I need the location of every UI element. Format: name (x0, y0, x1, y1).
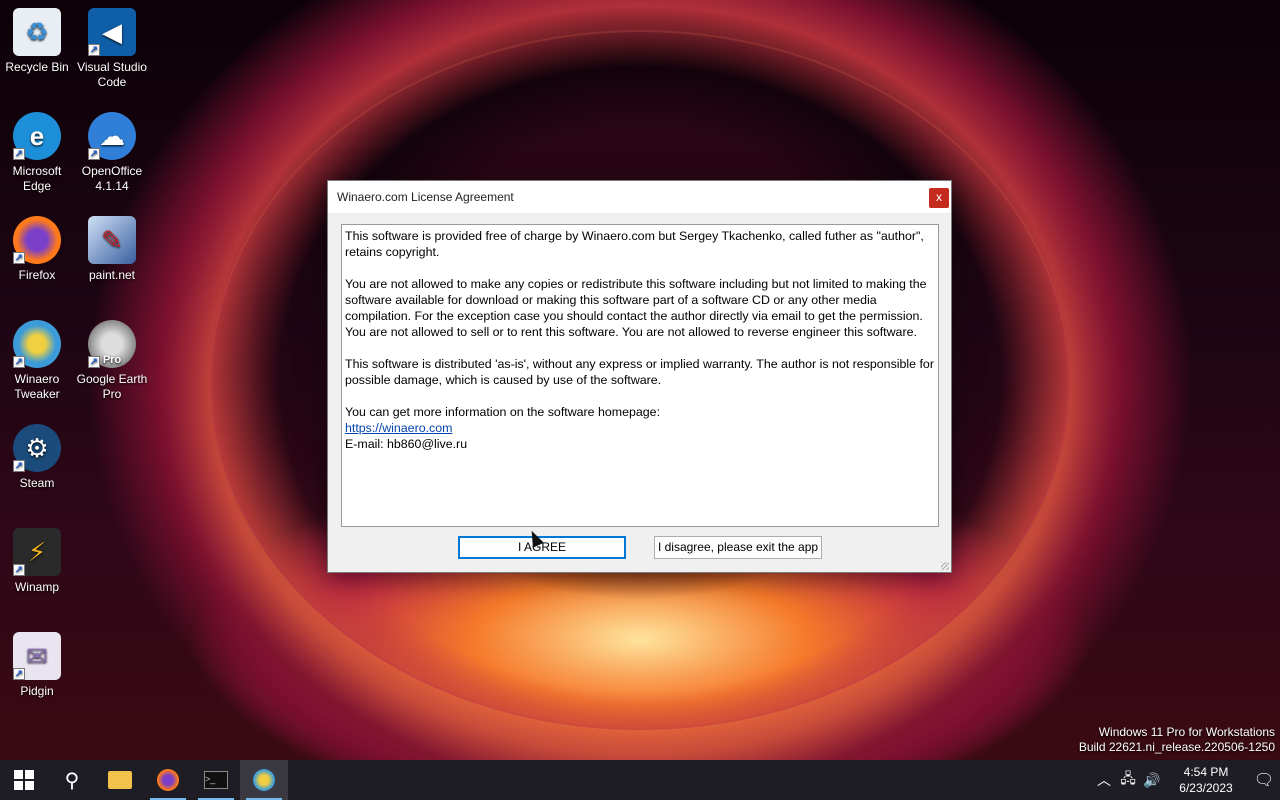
desktop-icon-label: Recycle Bin (5, 60, 69, 74)
desktop-icon-label: Steam (19, 476, 55, 490)
license-paragraph: This software is distributed 'as-is', wi… (345, 357, 934, 387)
paintnet-icon: ✎ (88, 216, 136, 264)
terminal-icon: >_ (204, 771, 228, 789)
desktop-icon-label: Google Earth Pro (76, 372, 148, 401)
shortcut-arrow-icon: ↗ (88, 356, 100, 368)
volume-icon[interactable]: 🔊 (1140, 772, 1164, 789)
pidgin-icon: ✉ ↗ (13, 632, 61, 680)
taskbar-firefox[interactable] (144, 760, 192, 800)
resize-grip[interactable] (941, 562, 949, 570)
network-icon[interactable]: 🖧 (1116, 768, 1140, 792)
steam-icon: ⚙ ↗ (13, 424, 61, 472)
notification-icon[interactable]: 🗨 (1248, 760, 1280, 800)
taskbar-file-explorer[interactable] (96, 760, 144, 800)
desktop-icon-label: Microsoft Edge (12, 164, 62, 193)
firefox-icon: ↗ (13, 216, 61, 264)
license-dialog: Winaero.com License Agreement x This sof… (327, 180, 952, 573)
desktop-icon-winaero-tweaker[interactable]: ↗ Winaero Tweaker (0, 320, 74, 402)
desktop-icon-label: Firefox (18, 268, 56, 282)
search-icon: ⚲ (64, 769, 80, 792)
license-text-area[interactable]: This software is provided free of charge… (341, 224, 939, 527)
recycle-bin-icon: ♻ (13, 8, 61, 56)
desktop-icon-label: Winamp (14, 580, 59, 594)
license-paragraph: This software is provided free of charge… (345, 229, 924, 259)
clock-date: 6/23/2023 (1179, 781, 1233, 795)
desktop-icon-edge[interactable]: e ↗ Microsoft Edge (0, 112, 74, 194)
dialog-titlebar[interactable]: Winaero.com License Agreement (328, 181, 951, 213)
watermark-edition: Windows 11 Pro for Workstations (1098, 725, 1275, 739)
desktop-icon-recycle-bin[interactable]: ♻ Recycle Bin (0, 8, 74, 75)
watermark-build: Build 22621.ni_release.220506-1250 (1078, 740, 1275, 754)
desktop-icon-label: Winaero Tweaker (14, 372, 60, 401)
license-paragraph: You are not allowed to make any copies o… (345, 277, 927, 323)
shortcut-arrow-icon: ↗ (13, 564, 25, 576)
desktop-icon-label: Pidgin (20, 684, 54, 698)
winamp-icon: ⚡ ↗ (13, 528, 61, 576)
shortcut-arrow-icon: ↗ (13, 460, 25, 472)
shortcut-arrow-icon: ↗ (88, 148, 100, 160)
winaero-tweaker-icon (253, 769, 275, 791)
desktop-icon-paintnet[interactable]: ✎ paint.net (75, 216, 149, 283)
close-button[interactable]: x (929, 188, 949, 208)
taskbar: ⚲ >_ ︿ 🖧 🔊 4:54 PM 6/23/2023 🗨 (0, 760, 1280, 800)
taskbar-winaero-tweaker[interactable] (240, 760, 288, 800)
winaero-tweaker-icon: ↗ (13, 320, 61, 368)
shortcut-arrow-icon: ↗ (88, 44, 100, 56)
shortcut-arrow-icon: ↗ (13, 148, 25, 160)
disagree-button[interactable]: I disagree, please exit the app (654, 536, 822, 559)
desktop-icon-winamp[interactable]: ⚡ ↗ Winamp (0, 528, 74, 595)
clock-time: 4:54 PM (1183, 765, 1229, 779)
desktop-icon-label: paint.net (88, 268, 136, 282)
license-paragraph: You can get more information on the soft… (345, 405, 661, 419)
system-tray: ︿ 🖧 🔊 4:54 PM 6/23/2023 🗨 (1092, 760, 1280, 800)
vscode-icon: ◀ ↗ (88, 8, 136, 56)
edge-icon: e ↗ (13, 112, 61, 160)
license-paragraph: You are not allowed to sell or to rent t… (345, 325, 917, 339)
desktop-icon-label: OpenOffice 4.1.14 (81, 164, 143, 193)
dialog-title: Winaero.com License Agreement (337, 190, 514, 204)
openoffice-icon: ☁ ↗ (88, 112, 136, 160)
windows-watermark: Windows 11 Pro for Workstations Build 22… (1079, 725, 1275, 755)
google-earth-icon: Pro ↗ (88, 320, 136, 368)
desktop-icon-pidgin[interactable]: ✉ ↗ Pidgin (0, 632, 74, 699)
desktop-icon-vscode[interactable]: ◀ ↗ Visual Studio Code (75, 8, 149, 90)
desktop-icon-google-earth[interactable]: Pro ↗ Google Earth Pro (75, 320, 149, 402)
windows-logo-icon (14, 770, 34, 790)
email-text: E-mail: hb860@live.ru (345, 437, 468, 451)
clock[interactable]: 4:54 PM 6/23/2023 (1172, 764, 1240, 796)
start-button[interactable] (0, 760, 48, 800)
desktop-icon-firefox[interactable]: ↗ Firefox (0, 216, 74, 283)
search-button[interactable]: ⚲ (48, 760, 96, 800)
shortcut-arrow-icon: ↗ (13, 356, 25, 368)
shortcut-arrow-icon: ↗ (13, 668, 25, 680)
desktop-icon-steam[interactable]: ⚙ ↗ Steam (0, 424, 74, 491)
firefox-icon (157, 769, 179, 791)
folder-icon (108, 771, 132, 789)
shortcut-arrow-icon: ↗ (13, 252, 25, 264)
taskbar-terminal[interactable]: >_ (192, 760, 240, 800)
homepage-link[interactable]: https://winaero.com (345, 421, 452, 435)
desktop-icon-label: Visual Studio Code (77, 60, 147, 89)
desktop-icon-openoffice[interactable]: ☁ ↗ OpenOffice 4.1.14 (75, 112, 149, 194)
chevron-up-icon[interactable]: ︿ (1092, 770, 1116, 790)
